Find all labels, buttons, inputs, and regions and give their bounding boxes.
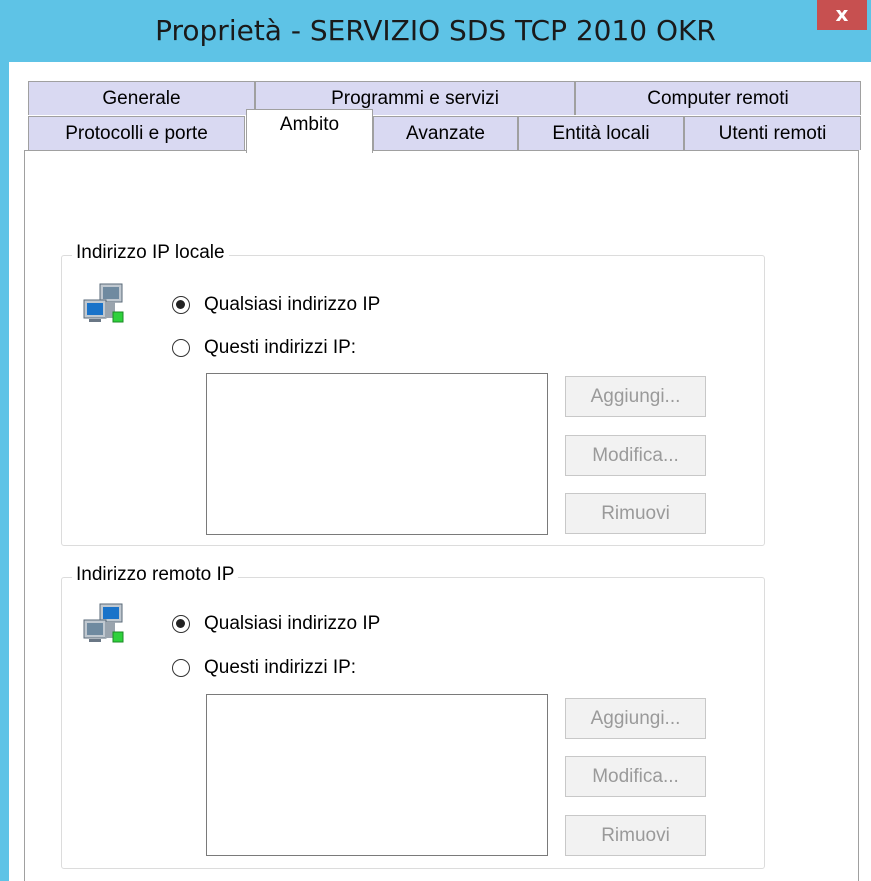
properties-window: Proprietà - SERVIZIO SDS TCP 2010 OKR x … [0, 0, 871, 881]
local-any-ip-radio[interactable]: Qualsiasi indirizzo IP [172, 292, 380, 318]
network-computers-icon [83, 283, 124, 323]
remote-these-ip-radio[interactable]: Questi indirizzi IP: [172, 655, 356, 681]
tab-ambito[interactable]: Ambito [246, 109, 373, 153]
local-add-button[interactable]: Aggiungi... [565, 376, 706, 417]
remote-any-ip-radio[interactable]: Qualsiasi indirizzo IP [172, 611, 380, 637]
remote-add-button[interactable]: Aggiungi... [565, 698, 706, 739]
network-computers-icon [83, 603, 124, 643]
local-remove-button[interactable]: Rimuovi [565, 493, 706, 534]
tab-page-ambito: Indirizzo IP locale Qualsiasi indirizzo … [24, 150, 859, 881]
remote-ip-group: Indirizzo remoto IP Qualsiasi indirizzo … [61, 564, 765, 869]
local-these-ip-label: Questi indirizzi IP: [204, 337, 357, 358]
tab-utenti-remoti[interactable]: Utenti remoti [684, 116, 861, 150]
window-title: Proprietà - SERVIZIO SDS TCP 2010 OKR [155, 14, 716, 47]
local-ip-list[interactable] [206, 373, 548, 535]
remote-remove-button[interactable]: Rimuovi [565, 815, 706, 856]
radio-selected-indicator[interactable] [172, 615, 190, 633]
local-these-ip-radio[interactable]: Questi indirizzi IP: [172, 335, 356, 361]
tab-generale[interactable]: Generale [28, 81, 255, 115]
remote-edit-button[interactable]: Modifica... [565, 756, 706, 797]
remote-these-ip-label: Questi indirizzi IP: [204, 657, 357, 678]
remote-ip-group-label: Indirizzo remoto IP [72, 564, 239, 586]
tab-avanzate[interactable]: Avanzate [373, 116, 518, 150]
local-any-ip-label: Qualsiasi indirizzo IP [204, 294, 381, 315]
remote-ip-list[interactable] [206, 694, 548, 856]
tab-protocolli-e-porte[interactable]: Protocolli e porte [28, 116, 245, 150]
local-ip-group-label: Indirizzo IP locale [72, 242, 229, 264]
title-bar[interactable]: Proprietà - SERVIZIO SDS TCP 2010 OKR x [0, 0, 871, 62]
tab-computer-remoti[interactable]: Computer remoti [575, 81, 861, 115]
dialog-client-area: Generale Programmi e servizi Computer re… [9, 62, 871, 881]
radio-unselected-indicator[interactable] [172, 659, 190, 677]
tab-entita-locali[interactable]: Entità locali [518, 116, 684, 150]
radio-selected-indicator[interactable] [172, 296, 190, 314]
remote-any-ip-label: Qualsiasi indirizzo IP [204, 613, 381, 634]
local-ip-group: Indirizzo IP locale Qualsiasi indirizzo … [61, 242, 765, 546]
close-button[interactable]: x [817, 0, 867, 30]
local-edit-button[interactable]: Modifica... [565, 435, 706, 476]
radio-unselected-indicator[interactable] [172, 339, 190, 357]
